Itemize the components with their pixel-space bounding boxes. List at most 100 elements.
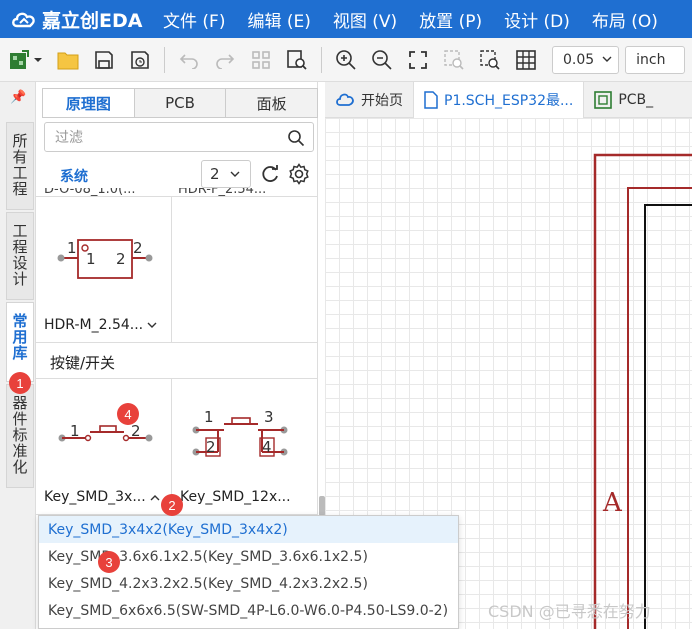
tab-all-projects[interactable]: 所有工程 xyxy=(6,122,34,210)
app-logo: 嘉立创EDA xyxy=(0,6,152,33)
find-button[interactable] xyxy=(284,47,310,73)
system-label[interactable]: 系统 xyxy=(60,166,88,186)
cloud-logo-icon xyxy=(12,12,35,28)
pin-label: 1 xyxy=(86,250,96,268)
redo-icon xyxy=(216,53,235,69)
tab-start-page-label: 开始页 xyxy=(361,93,403,109)
toolbar-divider xyxy=(164,46,165,73)
grid-icon xyxy=(516,49,536,70)
tab-pcb[interactable]: PCB xyxy=(134,89,227,117)
dropdown-item[interactable]: Key_SMD_6x6x6.5(SW-SMD_4P-L6.0-W6.0-P4.5… xyxy=(39,597,458,624)
menu-place[interactable]: 放置 (P) xyxy=(408,7,493,32)
zoom-in-button[interactable] xyxy=(333,47,359,73)
fit-view-icon xyxy=(409,50,427,69)
grid-size-select[interactable]: 0.05 xyxy=(552,45,620,74)
watermark: CSDN @已寻悉在努力 xyxy=(488,602,651,621)
grid-divider xyxy=(171,196,172,342)
undo-icon xyxy=(179,53,198,69)
pin-label: 4 xyxy=(262,438,272,456)
filter-input[interactable]: 过滤 xyxy=(44,122,314,152)
save-as-icon xyxy=(131,50,149,69)
select-area-icon xyxy=(480,49,500,70)
component-key-right-label[interactable]: Key_SMD_12x... xyxy=(180,489,291,505)
pin-label: 2 xyxy=(131,422,141,440)
component-cell-label-partial[interactable]: HDR-F_2.54... xyxy=(178,188,303,198)
menu-edit[interactable]: 编辑 (E) xyxy=(236,7,321,32)
page-value: 2 xyxy=(210,165,220,183)
chevron-down-icon xyxy=(230,171,240,177)
tab-start-page[interactable]: 开始页 xyxy=(325,82,414,118)
component-name: Key_SMD_12x... xyxy=(180,489,291,505)
select-area-button[interactable] xyxy=(477,47,503,73)
save-button[interactable] xyxy=(91,47,117,73)
menu-file[interactable]: 文件 (F) xyxy=(152,7,236,32)
key-4pin-symbol xyxy=(192,417,288,457)
new-project-menu-button[interactable] xyxy=(32,47,44,73)
hdr-m-symbol xyxy=(57,239,153,279)
tab-project-design[interactable]: 工程设计 xyxy=(6,212,34,300)
tab-pcb-doc[interactable]: PCB_ xyxy=(584,82,663,118)
chevron-down-icon xyxy=(34,57,42,62)
save-icon xyxy=(95,50,113,69)
fit-selection-button[interactable] xyxy=(441,47,467,73)
component-key-left-label[interactable]: Key_SMD_3x... xyxy=(44,489,160,505)
component-key-smd-12x[interactable]: 1 2 3 4 xyxy=(172,378,318,488)
frame-zone-letter: A xyxy=(603,488,622,518)
tab-common-library[interactable]: 常用库 xyxy=(6,302,34,382)
annotation-marker: 3 xyxy=(98,551,120,573)
tab-schematic[interactable]: 原理图 xyxy=(43,89,135,117)
grid-divider xyxy=(36,342,318,343)
menu-design[interactable]: 设计 (D) xyxy=(493,7,581,32)
app-logo-text: 嘉立创EDA xyxy=(42,9,143,32)
unit-select[interactable]: inch xyxy=(625,45,686,74)
tab-project-design-label: 工程设计 xyxy=(10,223,29,287)
find-icon xyxy=(287,49,307,70)
open-folder-button[interactable] xyxy=(55,47,81,73)
undo-button[interactable] xyxy=(176,47,202,73)
cloud-icon xyxy=(336,93,354,106)
tab-pcb-doc-label: PCB_ xyxy=(618,92,654,108)
annotation-marker: 1 xyxy=(9,372,31,394)
tab-device-standardization[interactable]: 器件标准化 xyxy=(6,384,34,488)
component-key-smd-3x4x2[interactable]: 1 2 xyxy=(36,378,171,488)
open-folder-icon xyxy=(57,52,79,69)
chevron-down-icon xyxy=(147,322,157,328)
key-switch-symbol xyxy=(58,425,153,442)
component-hdr-m-label[interactable]: HDR-M_2.54... xyxy=(44,317,157,333)
redo-button[interactable] xyxy=(212,47,238,73)
document-icon xyxy=(424,91,438,109)
filter-placeholder: 过滤 xyxy=(55,130,83,146)
zoom-out-icon xyxy=(372,49,392,70)
tab-common-library-label: 常用库 xyxy=(10,313,29,361)
menu-layout[interactable]: 布局 (O) xyxy=(581,7,669,32)
page-select[interactable]: 2 xyxy=(201,160,251,188)
grid-layout-button[interactable] xyxy=(248,47,274,73)
pin-label: 2 xyxy=(116,250,126,268)
search-icon[interactable] xyxy=(287,129,305,147)
component-name: HDR-M_2.54... xyxy=(44,317,144,333)
dropdown-item[interactable]: Key_SMD_4.2x3.2x2.5(Key_SMD_4.2x3.2x2.5) xyxy=(39,570,458,597)
refresh-icon[interactable] xyxy=(260,164,280,184)
pcb-icon xyxy=(594,91,613,109)
left-vertical-tabs: 📌 所有工程 工程设计 常用库 器件标准化 xyxy=(0,82,36,629)
pin-label: 1 xyxy=(67,239,77,257)
tab-schematic-doc-label: P1.SCH_ESP32最... xyxy=(444,93,574,109)
fit-view-button[interactable] xyxy=(405,47,431,73)
grid-layout-icon xyxy=(252,50,270,69)
dropdown-item[interactable]: Key_SMD_3x4x2(Key_SMD_3x4x2) xyxy=(39,516,458,543)
component-variant-dropdown: Key_SMD_3x4x2(Key_SMD_3x4x2) Key_SMD_3.6… xyxy=(38,515,459,629)
component-hdr-m[interactable]: 1 1 2 2 xyxy=(36,196,171,314)
save-as-button[interactable] xyxy=(127,47,153,73)
gear-icon[interactable] xyxy=(288,163,310,185)
pin-label: 1 xyxy=(70,422,80,440)
zoom-out-button[interactable] xyxy=(369,47,395,73)
new-project-icon xyxy=(10,49,29,69)
component-name: Key_SMD_3x... xyxy=(44,489,146,505)
menu-view[interactable]: 视图 (V) xyxy=(322,7,408,32)
tab-panel[interactable]: 面板 xyxy=(226,89,318,117)
tab-schematic-doc[interactable]: P1.SCH_ESP32最... xyxy=(414,82,585,118)
grid-toggle-button[interactable] xyxy=(513,47,539,73)
unit-value: inch xyxy=(636,51,666,68)
pin-icon[interactable]: 📌 xyxy=(10,90,26,105)
new-project-button[interactable] xyxy=(6,47,32,73)
